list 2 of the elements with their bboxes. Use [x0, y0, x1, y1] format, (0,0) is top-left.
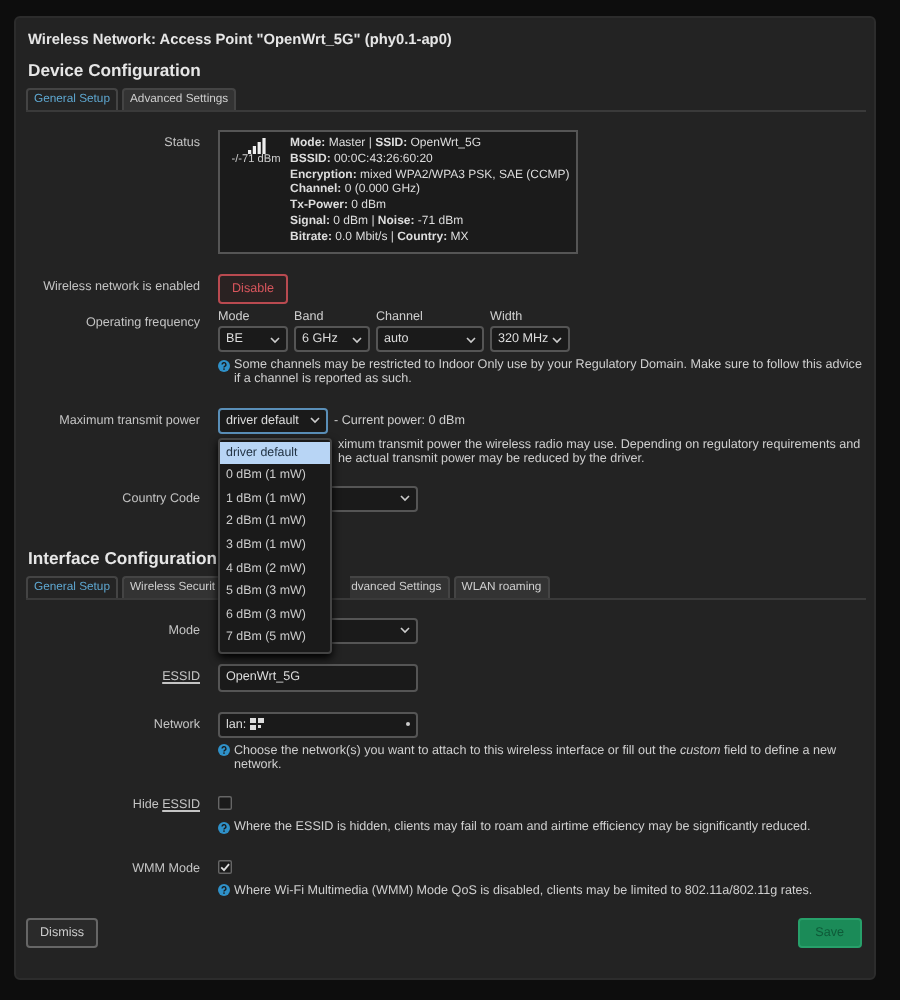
section-heading: Interface Configuration [28, 547, 218, 568]
section-heading: Device Configuration [28, 60, 201, 80]
